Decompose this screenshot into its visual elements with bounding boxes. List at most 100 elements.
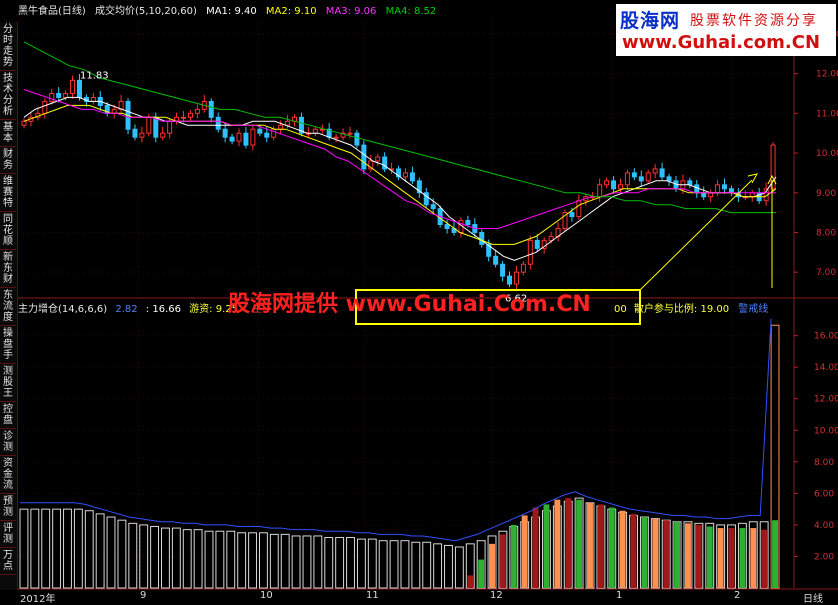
candle-body-18: [146, 116, 152, 134]
candle-body-100: [715, 184, 721, 194]
lower-fill-bar-55: [619, 510, 626, 588]
x-label-jan: 1: [616, 590, 623, 601]
candle-body-88: [631, 172, 637, 178]
upper-tick-label-3: 10.00: [816, 149, 838, 159]
candle-body-21: [167, 120, 173, 134]
lower-fill-bar-56: [630, 513, 637, 588]
candle-body-37: [278, 124, 284, 130]
candle-body-7: [70, 79, 76, 94]
lower-bar-18: [215, 530, 225, 589]
lower-fill-bar-45: [510, 524, 517, 588]
lower-tick-label-6: 14.00: [814, 363, 838, 373]
candle-body-84: [604, 180, 610, 186]
candle-body-99: [708, 192, 714, 198]
lower-header-right: 00 散户参与比例: 19.00 警戒线: [614, 300, 768, 315]
lower-bar-40: [454, 546, 464, 589]
lower-fill-bar-69: [772, 520, 778, 588]
lower-bar-29: [335, 537, 345, 589]
candle-body-34: [257, 128, 263, 134]
lower-fill-bar-48: [543, 504, 550, 588]
lower-fill-bar-58: [652, 518, 659, 588]
upper-tick-label-5: 12.00: [816, 70, 838, 80]
candle-body-24: [187, 112, 193, 118]
lower-bar-12: [150, 525, 160, 589]
lower-tick-label-2: 6.00: [814, 489, 834, 499]
lower-bar-17: [204, 530, 214, 589]
lower-fill-bar-59: [663, 520, 670, 588]
candle-body-38: [285, 120, 291, 126]
lower-fill-bar-64: [717, 528, 724, 588]
candle-body-8: [76, 79, 82, 98]
site-logo: 股海网 股票软件资源分享 www.Guhai.com.CN: [616, 4, 836, 56]
x-label-nov: 11: [366, 590, 379, 601]
lower-bar-19: [226, 530, 236, 589]
candle-body-47: [347, 132, 353, 135]
lower-bar-5: [73, 508, 83, 589]
lower-fill-bar-63: [706, 526, 713, 588]
lower-fill-bar-62: [695, 524, 702, 588]
lower-value-5: 00: [614, 304, 627, 315]
lower-tick-label-4: 10.00: [814, 426, 838, 436]
logo-url: www.Guhai.com.CN: [622, 32, 821, 53]
candle-body-71: [513, 271, 519, 285]
lower-bar-23: [269, 533, 279, 589]
lower-fill-bar-54: [608, 507, 615, 588]
candle-body-32: [243, 132, 249, 146]
lower-tick-label-5: 12.00: [814, 395, 838, 405]
lower-bar-3: [52, 508, 62, 589]
candle-body-55: [402, 172, 408, 178]
lower-value-2: : 16.66: [145, 304, 181, 315]
lower-bar-21: [248, 532, 257, 589]
candle-body-36: [271, 128, 277, 138]
candle-body-10: [90, 96, 96, 102]
lower-bar-15: [182, 529, 192, 589]
lower-bar-37: [422, 541, 432, 589]
x-axis: 2012年 9 10 11 12 1 2: [18, 590, 794, 605]
lower-bar-1: [30, 508, 40, 589]
lower-tick-label-7: 16.00: [814, 332, 838, 342]
lower-bar-13: [161, 527, 170, 589]
candle-body-45: [333, 136, 339, 139]
candle-body-17: [139, 132, 145, 138]
candle-body-70: [507, 275, 513, 285]
ma-line-4: [23, 41, 776, 214]
lower-fill-bar-67: [750, 528, 757, 588]
lower-fill-bar-66: [739, 528, 746, 588]
lower-bar-31: [356, 538, 366, 589]
candle-body-64: [465, 220, 471, 226]
lower-bar-22: [258, 532, 268, 589]
upper-tick-label-0: 7.00: [816, 268, 836, 278]
lower-bar-6: [84, 510, 94, 589]
candle-body-86: [617, 184, 623, 190]
lower-bar-7: [95, 513, 105, 589]
candle-body-80: [576, 200, 582, 218]
candle-body-93: [666, 176, 672, 182]
x-label-feb: 2: [734, 590, 741, 601]
lower-bar-36: [411, 541, 421, 589]
candle-body-83: [597, 184, 603, 198]
logo-tagline: 股票软件资源分享: [690, 13, 818, 29]
lower-bar-4: [63, 508, 72, 589]
lower-indicator-name[interactable]: 主力增仓(14,6,6,6): [18, 304, 107, 315]
lower-bar-0: [19, 508, 29, 589]
arrow-line-upper: [639, 179, 753, 291]
lower-fill-bar-41: [467, 575, 474, 588]
lower-bar-38: [433, 543, 443, 589]
lower-bar-32: [367, 538, 377, 589]
lower-bar-2: [41, 508, 51, 589]
candle-body-73: [527, 239, 533, 265]
candle-body-74: [534, 239, 540, 249]
candle-body-31: [236, 132, 242, 142]
candle-body-23: [181, 116, 187, 119]
lower-bar-25: [291, 535, 301, 589]
candle-body-3: [42, 100, 48, 114]
candle-body-68: [493, 255, 499, 265]
candle-body-56: [409, 172, 415, 182]
ma-line-1: [23, 96, 777, 261]
candle-body-27: [208, 100, 214, 118]
lower-bar-28: [324, 537, 334, 589]
candle-body-25: [194, 108, 200, 114]
lower-tick-label-3: 8.00: [814, 458, 834, 468]
candle-body-49: [361, 144, 367, 170]
lower-bar-16: [193, 529, 203, 589]
